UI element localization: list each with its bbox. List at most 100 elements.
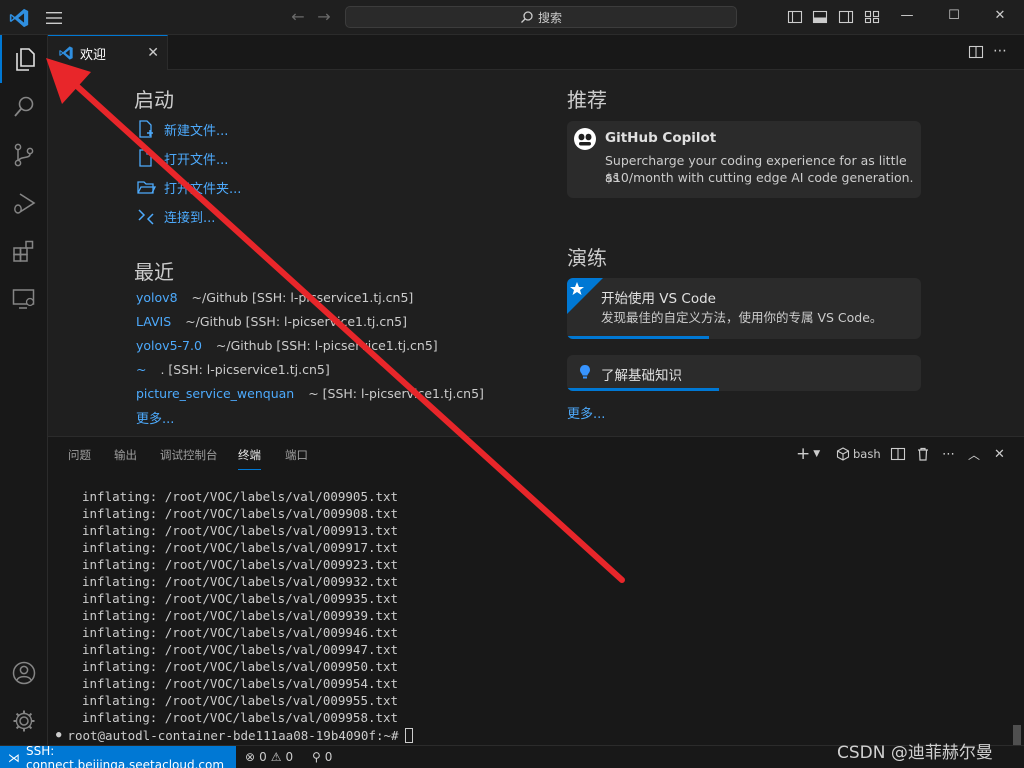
run-and-debug-button[interactable] (0, 179, 48, 227)
extensions-icon (13, 240, 34, 262)
remote-connect-icon (138, 209, 154, 225)
recent-item[interactable]: LAVIS ~/Github [SSH: l-picservice1.tj.cn… (136, 311, 407, 331)
open-folder-link[interactable]: 打开文件夹... (136, 176, 241, 198)
walkthrough-basics-card[interactable]: 了解基础知识 (567, 355, 921, 391)
more-actions-icon[interactable]: ⋯ (942, 446, 955, 462)
forward-arrow-icon[interactable]: → (315, 9, 333, 25)
ports-count: 0 (324, 750, 333, 764)
terminal-line: inflating: /root/VOC/labels/val/009955.t… (82, 693, 399, 708)
maximize-button[interactable]: ☐ (944, 8, 964, 26)
copilot-card[interactable]: GitHub Copilot Supercharge your coding e… (567, 121, 921, 198)
recent-item-name[interactable]: picture_service_wenquan (136, 386, 294, 401)
hamburger-menu-icon[interactable] (44, 10, 64, 26)
customize-layout-icon[interactable] (864, 9, 880, 25)
close-tab-icon[interactable]: ✕ (147, 45, 159, 61)
back-arrow-icon[interactable]: ← (289, 9, 307, 25)
new-file-link[interactable]: 新建文件... (136, 118, 228, 140)
extensions-button[interactable] (0, 227, 48, 275)
terminal-line: inflating: /root/VOC/labels/val/009913.t… (82, 523, 399, 538)
recent-item-name[interactable]: LAVIS (136, 314, 171, 329)
vscode-logo-icon[interactable] (8, 7, 30, 29)
terminal-line: inflating: /root/VOC/labels/val/009935.t… (82, 591, 399, 606)
toggle-primary-sidebar-icon[interactable] (787, 9, 803, 25)
command-center-search[interactable]: 搜索 (345, 6, 737, 28)
recent-item-name[interactable]: ~ (136, 362, 146, 377)
prompt-dot-icon: ● (56, 730, 62, 740)
close-panel-icon[interactable]: ✕ (994, 446, 1005, 462)
source-control-button[interactable] (0, 131, 48, 179)
search-view-button[interactable] (0, 83, 48, 131)
toggle-panel-icon[interactable] (812, 9, 828, 25)
toggle-secondary-sidebar-icon[interactable] (838, 9, 854, 25)
featured-star-icon (567, 278, 603, 314)
recent-item-path: ~/Github [SSH: l-picservice1.tj.cn5] (215, 337, 438, 353)
terminal-line: inflating: /root/VOC/labels/val/009946.t… (82, 625, 399, 640)
remote-icon: ⋊ (8, 750, 20, 765)
recent-more-link[interactable]: 更多... (136, 408, 174, 427)
tab-output[interactable]: 输出 (114, 447, 137, 463)
explorer-button[interactable] (0, 35, 48, 83)
open-file-link[interactable]: 打开文件... (136, 147, 228, 169)
recent-item-path: ~/Github [SSH: l-picservice1.tj.cn5] (191, 289, 414, 305)
activity-bar (0, 35, 48, 745)
manage-button[interactable] (0, 697, 48, 745)
tab-problems[interactable]: 问题 (68, 447, 91, 463)
new-terminal-button[interactable]: + ▼ (796, 444, 820, 464)
walkthrough-title: 了解基础知识 (601, 368, 682, 384)
terminal-line: inflating: /root/VOC/labels/val/009947.t… (82, 642, 399, 657)
tab-label: 欢迎 (80, 47, 107, 63)
editor-tab-bar: 欢迎 ✕ ⋯ (48, 35, 1024, 70)
recent-item-name[interactable]: yolov8 (136, 290, 178, 305)
more-actions-icon[interactable]: ⋯ (992, 44, 1008, 60)
terminal-output[interactable]: inflating: /root/VOC/labels/val/009905.t… (48, 488, 1008, 745)
walkthroughs-heading: 演练 (567, 246, 607, 270)
warning-icon: ⚠ (270, 750, 282, 764)
recent-item[interactable]: yolov8 ~/Github [SSH: l-picservice1.tj.c… (136, 287, 413, 307)
terminal-prompt[interactable]: ● root@autodl-container-bde111aa08-19b40… (56, 727, 413, 744)
recent-item-name[interactable]: yolov5-7.0 (136, 338, 202, 353)
shell-name: bash (853, 447, 881, 461)
tab-welcome[interactable]: 欢迎 ✕ (48, 35, 168, 70)
run-debug-icon (14, 193, 36, 214)
trash-icon[interactable] (915, 446, 931, 462)
split-editor-icon[interactable] (968, 44, 984, 60)
problems-status[interactable]: ⊗ 0 ⚠ 0 (245, 750, 293, 764)
search-placeholder: 搜索 (537, 10, 562, 25)
recent-item[interactable]: picture_service_wenquan ~ [SSH: l-picser… (136, 383, 484, 403)
recent-item[interactable]: yolov5-7.0 ~/Github [SSH: l-picservice1.… (136, 335, 438, 355)
connect-to-label: 连接到... (164, 210, 216, 226)
walkthrough-get-started-card[interactable]: 开始使用 VS Code 发现最佳的自定义方法，使用你的专属 VS Code。 (567, 278, 921, 339)
terminal-line: inflating: /root/VOC/labels/val/009908.t… (82, 506, 399, 521)
maximize-panel-icon[interactable]: ︿ (968, 446, 980, 462)
account-icon (12, 661, 36, 685)
remote-explorer-button[interactable] (0, 275, 48, 323)
copilot-desc-line2: $10/month with cutting edge AI code gene… (605, 170, 914, 185)
accounts-button[interactable] (0, 649, 48, 697)
terminal-line: inflating: /root/VOC/labels/val/009917.t… (82, 540, 399, 555)
welcome-page: 启动 新建文件... 打开文件... 打开文件夹... 连接到... 最近 yo… (48, 70, 1024, 436)
recent-item[interactable]: ~ . [SSH: l-picservice1.tj.cn5] (136, 359, 330, 379)
error-count: 0 (259, 750, 267, 764)
terminal-shell-selector[interactable]: bash (836, 446, 881, 462)
terminal-scrollbar[interactable] (1013, 725, 1021, 745)
minimize-button[interactable]: — (897, 8, 917, 26)
error-icon: ⊗ (245, 750, 256, 764)
walkthroughs-more-link[interactable]: 更多... (567, 403, 605, 422)
terminal-line: inflating: /root/VOC/labels/val/009954.t… (82, 676, 399, 691)
terminal-cube-icon (836, 447, 850, 461)
tab-ports[interactable]: 端口 (285, 447, 308, 463)
new-file-icon (139, 120, 153, 138)
walkthrough-progress (567, 388, 719, 391)
tab-terminal[interactable]: 终端 (238, 447, 261, 470)
recommend-heading: 推荐 (567, 88, 607, 112)
recent-item-path: . [SSH: l-picservice1.tj.cn5] (160, 361, 330, 377)
remote-label: SSH: connect.beijinga.seetacloud.com (26, 743, 225, 768)
remote-indicator[interactable]: ⋊ SSH: connect.beijinga.seetacloud.com (0, 743, 236, 768)
tab-debug-console[interactable]: 调试控制台 (160, 447, 218, 463)
lightbulb-icon (580, 365, 590, 379)
connect-to-link[interactable]: 连接到... (136, 205, 215, 227)
ports-status[interactable]: ⚲ 0 (312, 750, 332, 764)
close-window-button[interactable]: ✕ (990, 8, 1010, 26)
terminal-line: inflating: /root/VOC/labels/val/009923.t… (82, 557, 399, 572)
split-terminal-icon[interactable] (890, 446, 906, 462)
